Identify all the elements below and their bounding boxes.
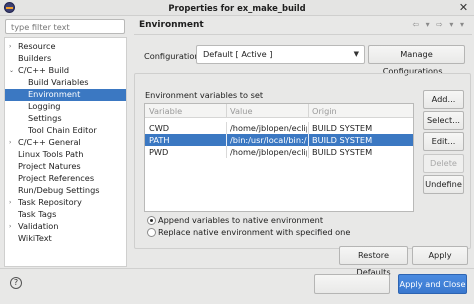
- tree-item-validation[interactable]: › Validation: [5, 221, 126, 233]
- window-title: Properties for ex_make_build: [168, 3, 306, 13]
- expand-arrow-icon[interactable]: ›: [9, 41, 11, 53]
- tree-item-logging[interactable]: Logging: [5, 101, 126, 113]
- add-button[interactable]: Add...: [423, 90, 464, 109]
- tree-item-label: C/C++ General: [18, 137, 81, 147]
- cell-divider: [226, 134, 227, 146]
- delete-button[interactable]: Delete: [423, 154, 464, 173]
- cell-variable: PATH: [149, 135, 170, 145]
- help-icon[interactable]: ?: [10, 277, 22, 289]
- tree-item-label: Project References: [18, 173, 95, 183]
- cell-origin: BUILD SYSTEM: [312, 135, 373, 145]
- history-nav-icon[interactable]: ⇦ ▾ ⇨ ▾ ▾: [412, 20, 466, 29]
- page-title: Environment: [139, 20, 204, 30]
- radio-label: Replace native environment with specifie…: [158, 227, 351, 237]
- tree-item-linux-tools-path[interactable]: Linux Tools Path: [5, 149, 126, 161]
- title-bar: Properties for ex_make_build ✕: [0, 0, 474, 16]
- tree-item-label: C/C++ Build: [18, 65, 70, 75]
- tree-item-label: Environment: [28, 89, 81, 99]
- cell-divider: [226, 122, 227, 134]
- column-header-value[interactable]: Value: [230, 106, 252, 116]
- cell-divider: [308, 146, 309, 158]
- tree-item-label: Task Tags: [18, 209, 57, 219]
- tree-item-label: Linux Tools Path: [18, 149, 84, 159]
- tree-item-label: Validation: [18, 221, 59, 231]
- expand-arrow-icon[interactable]: ›: [9, 221, 11, 233]
- tree-item-resource[interactable]: › Resource: [5, 41, 126, 53]
- apply-button[interactable]: Apply: [412, 246, 468, 265]
- tree-item-project-references[interactable]: Project References: [5, 173, 126, 185]
- tree-item-settings[interactable]: Settings: [5, 113, 126, 125]
- cell-variable: CWD: [149, 123, 170, 133]
- table-row[interactable]: PATH /bin:/usr/local/bin:/usr/ BUILD SYS…: [145, 134, 413, 146]
- tree-item-task-tags[interactable]: Task Tags: [5, 209, 126, 221]
- tree-item-cpp-build[interactable]: ⌄ C/C++ Build: [5, 65, 126, 77]
- tree-item-label: Builders: [18, 53, 52, 63]
- env-variables-label: Environment variables to set: [145, 90, 264, 100]
- table-row[interactable]: PWD /home/jblopen/eclipse BUILD SYSTEM: [145, 146, 413, 158]
- tree-item-task-repository[interactable]: › Task Repository: [5, 197, 126, 209]
- edit-button[interactable]: Edit...: [423, 132, 464, 151]
- collapse-arrow-icon[interactable]: ⌄: [9, 65, 14, 77]
- cell-origin: BUILD SYSTEM: [312, 147, 373, 157]
- cell-divider: [308, 134, 309, 146]
- tree-item-label: Tool Chain Editor: [28, 125, 97, 135]
- cell-variable: PWD: [149, 147, 169, 157]
- cell-value: /bin:/usr/local/bin:/usr/: [230, 135, 307, 145]
- radio-unselected-icon[interactable]: [147, 228, 156, 237]
- column-divider: [226, 104, 227, 118]
- tree-item-label: WikiText: [18, 233, 52, 243]
- tree-item-environment[interactable]: Environment: [5, 89, 126, 101]
- configuration-select[interactable]: Default [ Active ] ▼: [196, 45, 365, 64]
- close-icon[interactable]: ✕: [457, 1, 470, 14]
- tree-item-builders[interactable]: Builders: [5, 53, 126, 65]
- tree-item-run-debug-settings[interactable]: Run/Debug Settings: [5, 185, 126, 197]
- manage-configurations-button[interactable]: Manage Configurations...: [368, 45, 465, 76]
- cell-value: /home/jblopen/eclipse: [230, 123, 307, 133]
- cell-divider: [308, 122, 309, 134]
- restore-defaults-button[interactable]: Restore Defaults: [339, 246, 408, 277]
- radio-selected-icon[interactable]: [147, 216, 156, 225]
- tree-item-wikitext[interactable]: WikiText: [5, 233, 126, 245]
- cell-value: /home/jblopen/eclipse: [230, 147, 307, 157]
- tree-item-label: Settings: [28, 113, 62, 123]
- tree-item-tool-chain-editor[interactable]: Tool Chain Editor: [5, 125, 126, 137]
- cell-origin: BUILD SYSTEM: [312, 123, 373, 133]
- expand-arrow-icon[interactable]: ›: [9, 137, 11, 149]
- column-divider: [308, 104, 309, 118]
- env-variables-table: Variable Value Origin CWD /home/jblopen/…: [144, 103, 414, 212]
- divider: [134, 34, 472, 35]
- radio-label: Append variables to native environment: [158, 215, 324, 225]
- tree-item-build-variables[interactable]: Build Variables: [5, 77, 126, 89]
- table-header: Variable Value Origin: [145, 104, 413, 118]
- undefine-button[interactable]: Undefine: [423, 175, 464, 194]
- configuration-value: Default [ Active ]: [203, 49, 273, 59]
- apply-and-close-button[interactable]: Apply and Close: [398, 274, 467, 294]
- tree-item-cpp-general[interactable]: › C/C++ General: [5, 137, 126, 149]
- table-row[interactable]: CWD /home/jblopen/eclipse BUILD SYSTEM: [145, 122, 413, 134]
- filter-input[interactable]: [5, 19, 125, 34]
- cancel-button[interactable]: [314, 274, 390, 294]
- tree-item-label: Resource: [18, 41, 56, 51]
- tree-item-project-natures[interactable]: Project Natures: [5, 161, 126, 173]
- tree-item-label: Build Variables: [28, 77, 89, 87]
- tree-item-label: Task Repository: [18, 197, 82, 207]
- column-header-origin[interactable]: Origin: [312, 106, 337, 116]
- expand-arrow-icon[interactable]: ›: [9, 197, 11, 209]
- divider: [0, 268, 474, 269]
- configuration-label: Configuration:: [144, 51, 203, 61]
- select-button[interactable]: Select...: [423, 111, 464, 130]
- cell-divider: [226, 146, 227, 158]
- chevron-down-icon: ▼: [353, 50, 359, 58]
- property-tree: › Resource Builders ⌄ C/C++ Build Build …: [4, 37, 127, 267]
- tree-item-label: Logging: [28, 101, 61, 111]
- tree-item-label: Run/Debug Settings: [18, 185, 100, 195]
- tree-item-label: Project Natures: [18, 161, 81, 171]
- column-header-variable[interactable]: Variable: [149, 106, 182, 116]
